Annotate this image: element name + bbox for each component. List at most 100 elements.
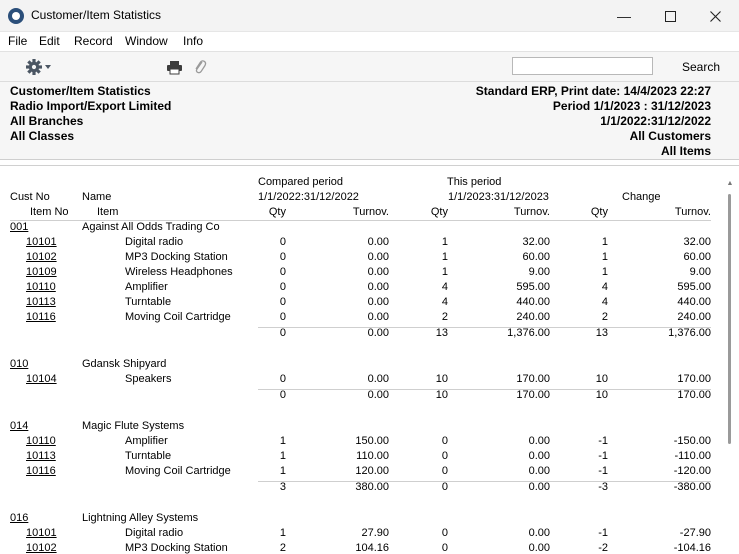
item-ct-value: 27.90 <box>361 527 389 539</box>
item-tq-value: 1 <box>441 236 448 248</box>
menu-edit[interactable]: Edit <box>39 34 60 48</box>
compared-turnover-header: Turnov. <box>352 206 389 218</box>
close-button[interactable] <box>692 0 738 32</box>
subtotal-ct-value: 0.00 <box>367 327 389 339</box>
item-tt-value: 240.00 <box>516 311 550 323</box>
item-no-link[interactable]: 10101 <box>26 236 57 249</box>
menu-info[interactable]: Info <box>183 34 203 48</box>
item-dq-value: 1 <box>601 266 608 278</box>
compared-range-header: 1/1/2022:31/12/2022 <box>258 191 359 203</box>
menu-record[interactable]: Record <box>74 34 113 48</box>
item-no-link[interactable]: 10110 <box>26 435 56 448</box>
subtotal-ct-value: 0.00 <box>367 389 389 401</box>
branch-filter: All Branches <box>10 114 84 128</box>
item-dq-value: 2 <box>601 311 608 323</box>
item-cq-value: 2 <box>279 542 286 554</box>
subtotal-dq-value: 13 <box>595 327 608 339</box>
item-no-link[interactable]: 10104 <box>26 373 57 386</box>
compared-qty-header: Qty <box>268 206 286 218</box>
item-tt-value: 0.00 <box>528 465 550 477</box>
item-tq-value: 1 <box>441 266 448 278</box>
customer-no-link[interactable]: 016 <box>10 512 28 525</box>
item-ct-value: 0.00 <box>367 281 389 293</box>
item-dq-value: -1 <box>598 465 608 477</box>
paperclip-icon[interactable] <box>193 59 207 76</box>
item-ct-value: 0.00 <box>367 236 389 248</box>
item-dt-value: 440.00 <box>677 296 711 308</box>
item-tt-value: 0.00 <box>528 450 550 462</box>
item-no-link[interactable]: 10116 <box>26 465 56 478</box>
search-input[interactable] <box>512 57 653 75</box>
item-name: Turntable <box>125 450 172 462</box>
item-no-link[interactable]: 10110 <box>26 281 56 294</box>
customer-name: Magic Flute Systems <box>82 420 185 432</box>
customer-no-link[interactable]: 001 <box>10 221 28 234</box>
menu-file[interactable]: File <box>8 34 27 48</box>
item-dt-value: 32.00 <box>683 236 711 248</box>
subtotal-tq-value: 10 <box>435 389 448 401</box>
header-divider <box>0 160 739 166</box>
menu-window[interactable]: Window <box>125 34 168 48</box>
item-dt-value: 240.00 <box>677 311 711 323</box>
item-dq-value: -1 <box>598 435 608 447</box>
subtotal-dt-value: 170.00 <box>677 389 711 401</box>
item-name: Speakers <box>125 373 172 385</box>
item-dq-value: 10 <box>595 373 608 385</box>
item-no-link[interactable]: 10113 <box>26 450 56 463</box>
item-cq-value: 1 <box>279 465 286 477</box>
item-tq-value: 0 <box>441 542 448 554</box>
customer-no-link[interactable]: 010 <box>10 358 28 371</box>
item-no-link[interactable]: 10116 <box>26 311 56 324</box>
customer-no-link[interactable]: 014 <box>10 420 28 433</box>
item-cq-value: 0 <box>279 311 286 323</box>
subtotal-dq-value: -3 <box>598 481 608 493</box>
name-header: Name <box>82 191 112 203</box>
item-tq-value: 0 <box>441 527 448 539</box>
item-ct-value: 104.16 <box>355 542 389 554</box>
item-ct-value: 0.00 <box>367 296 389 308</box>
change-header: Change <box>622 191 661 203</box>
search-button[interactable]: Search <box>682 60 720 74</box>
vertical-scrollbar[interactable]: ▲ <box>726 180 734 554</box>
item-dq-value: -2 <box>598 542 608 554</box>
this-qty-header: Qty <box>430 206 448 218</box>
item-cq-value: 1 <box>279 527 286 539</box>
compared-period: 1/1/2022:31/12/2022 <box>600 114 711 128</box>
item-name: Digital radio <box>125 527 184 539</box>
maximize-button[interactable] <box>647 0 693 32</box>
item-no-link[interactable]: 10109 <box>26 266 57 279</box>
item-tt-value: 60.00 <box>522 251 550 263</box>
this-turnover-header: Turnov. <box>513 206 550 218</box>
scroll-up-icon[interactable]: ▲ <box>726 180 734 188</box>
printer-icon[interactable] <box>166 60 183 75</box>
minimize-button[interactable]: — <box>601 0 647 32</box>
item-no-link[interactable]: 10102 <box>26 542 57 554</box>
subtotal-tq-value: 13 <box>435 327 448 339</box>
period: Period 1/1/2023 : 31/12/2023 <box>552 99 711 113</box>
item-cq-value: 0 <box>279 373 286 385</box>
item-name: Amplifier <box>125 281 168 293</box>
item-no-link[interactable]: 10102 <box>26 251 57 264</box>
title-bar: Customer/Item Statistics — <box>0 0 739 32</box>
scroll-thumb[interactable] <box>728 194 731 444</box>
item-name: Moving Coil Cartridge <box>125 465 231 477</box>
gear-icon[interactable] <box>25 57 55 77</box>
item-tt-value: 9.00 <box>528 266 550 278</box>
item-tt-value: 0.00 <box>528 542 550 554</box>
item-cq-value: 0 <box>279 236 286 248</box>
change-turnover-header: Turnov. <box>674 206 711 218</box>
customer-name: Lightning Alley Systems <box>82 512 199 524</box>
item-tq-value: 2 <box>441 311 448 323</box>
item-no-header: Item No <box>30 206 69 218</box>
item-ct-value: 0.00 <box>367 266 389 278</box>
subtotal-rule <box>258 327 711 328</box>
customer-filter: All Customers <box>629 129 711 143</box>
item-no-link[interactable]: 10113 <box>26 296 56 309</box>
item-dt-value: -110.00 <box>674 450 712 462</box>
item-dq-value: -1 <box>598 527 608 539</box>
item-dq-value: 4 <box>601 296 608 308</box>
item-no-link[interactable]: 10101 <box>26 527 57 540</box>
menu-bar: File Edit Record Window Info <box>0 32 739 51</box>
item-name: Digital radio <box>125 236 184 248</box>
subtotal-ct-value: 380.00 <box>355 481 389 493</box>
